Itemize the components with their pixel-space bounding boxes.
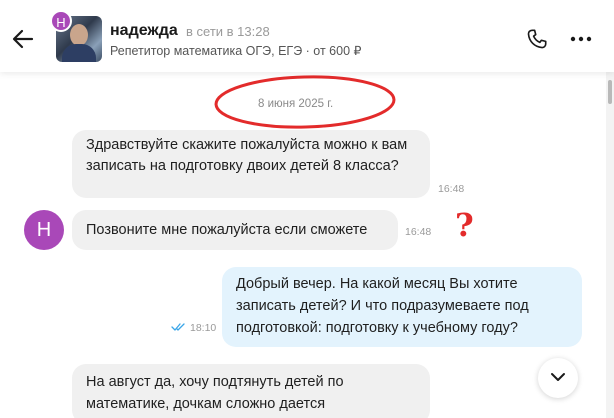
contact-avatar[interactable]: Н xyxy=(50,10,102,62)
back-button[interactable] xyxy=(12,28,34,50)
more-options-button[interactable] xyxy=(570,28,592,50)
message-bubble[interactable]: На август да, хочу подтянуть детей по ма… xyxy=(72,364,430,418)
online-status: в сети в 13:28 xyxy=(186,24,270,39)
sender-avatar[interactable]: Н xyxy=(24,210,64,250)
double-check-icon xyxy=(171,323,185,331)
message-text: На август да, хочу подтянуть детей по ма… xyxy=(86,374,344,412)
message-bubble[interactable]: Позвоните мне пожалуйста если сможете xyxy=(72,210,398,250)
arrow-left-icon xyxy=(12,29,34,49)
message-text: Добрый вечер. На какой месяц Вы хотите з… xyxy=(236,276,529,336)
contact-subtitle[interactable]: Репетитор математика ОГЭ, ЕГЭ · от 600 ₽ xyxy=(110,43,361,58)
message-text: Позвоните мне пожалуйста если сможете xyxy=(86,222,368,238)
red-circle-annotation xyxy=(214,75,396,129)
scrollbar-thumb[interactable] xyxy=(608,80,612,104)
message-time: 18:10 xyxy=(190,322,217,334)
scrollbar[interactable] xyxy=(606,72,614,418)
red-question-mark-annotation: ? xyxy=(455,206,474,244)
message-time: 16:48 xyxy=(438,183,465,195)
call-button[interactable] xyxy=(526,28,548,50)
phone-icon xyxy=(527,29,547,49)
message-text: Здравствуйте скажите пожалуйста можно к … xyxy=(86,137,408,174)
message-bubble-outgoing[interactable]: Добрый вечер. На какой месяц Вы хотите з… xyxy=(222,267,582,347)
contact-name[interactable]: надежда xyxy=(110,22,178,40)
message-time: 16:48 xyxy=(405,226,432,238)
message-bubble[interactable]: Здравствуйте скажите пожалуйста можно к … xyxy=(72,130,430,198)
more-dots-icon xyxy=(570,36,592,42)
chat-header: Н надежда в сети в 13:28 Репетитор матем… xyxy=(0,0,614,72)
chevron-down-icon xyxy=(551,373,565,381)
scroll-down-button[interactable] xyxy=(538,358,578,398)
avatar-letter-badge: Н xyxy=(50,10,72,32)
